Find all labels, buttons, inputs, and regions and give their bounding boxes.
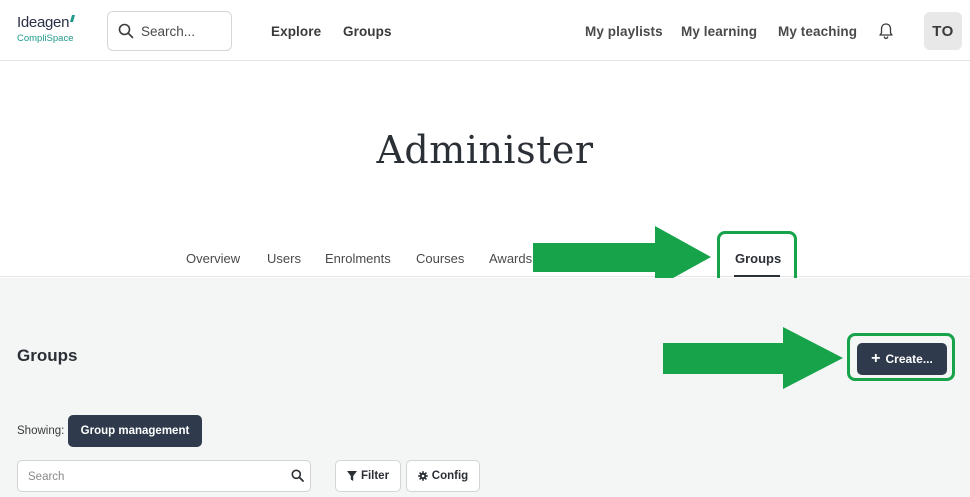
config-button-label: Config	[431, 470, 469, 482]
showing-label: Showing:	[17, 425, 65, 437]
tab-overview[interactable]: Overview	[186, 251, 240, 266]
admin-tabs: Overview Users Enrolments Courses Awards…	[0, 240, 970, 277]
funnel-icon	[346, 471, 357, 481]
plus-icon: +	[871, 350, 881, 367]
tab-awards[interactable]: Awards	[489, 251, 532, 266]
gear-icon	[417, 471, 428, 481]
nav-my-teaching[interactable]: My teaching	[778, 24, 857, 39]
tab-courses[interactable]: Courses	[416, 251, 464, 266]
brand-mark-icon	[70, 15, 76, 22]
nav-my-learning[interactable]: My learning	[681, 24, 757, 39]
tab-users[interactable]: Users	[267, 251, 301, 266]
config-button[interactable]: Config	[406, 460, 480, 492]
brand-name-text: Ideagen	[17, 14, 70, 31]
filter-button[interactable]: Filter	[335, 460, 401, 492]
nav-my-playlists[interactable]: My playlists	[585, 24, 663, 39]
brand-product: CompliSpace	[17, 33, 74, 44]
nav-explore[interactable]: Explore	[271, 24, 321, 39]
search-icon	[118, 23, 134, 39]
filter-button-label: Filter	[360, 470, 390, 482]
nav-groups[interactable]: Groups	[343, 24, 392, 39]
arrow-right-icon	[663, 327, 843, 389]
global-search-input[interactable]	[141, 21, 226, 41]
user-avatar[interactable]: TO	[924, 12, 962, 50]
tab-groups-highlight	[717, 231, 797, 285]
showing-selector[interactable]: Group management	[68, 415, 202, 447]
groups-search-input[interactable]	[28, 468, 278, 486]
bell-icon[interactable]	[877, 22, 895, 40]
create-button[interactable]: + Create...	[857, 343, 947, 375]
global-search[interactable]	[107, 11, 232, 51]
brand-logo[interactable]: Ideagen CompliSpace	[17, 14, 76, 45]
tab-enrolments[interactable]: Enrolments	[325, 251, 391, 266]
brand-name: Ideagen	[17, 14, 76, 31]
page-title: Administer	[376, 128, 594, 172]
groups-search[interactable]	[17, 460, 311, 492]
top-navigation-bar: Ideagen CompliSpace Explore Groups My pl…	[0, 0, 970, 61]
create-button-label: Create...	[885, 352, 933, 366]
section-title: Groups	[17, 346, 78, 365]
search-icon[interactable]	[291, 469, 304, 482]
